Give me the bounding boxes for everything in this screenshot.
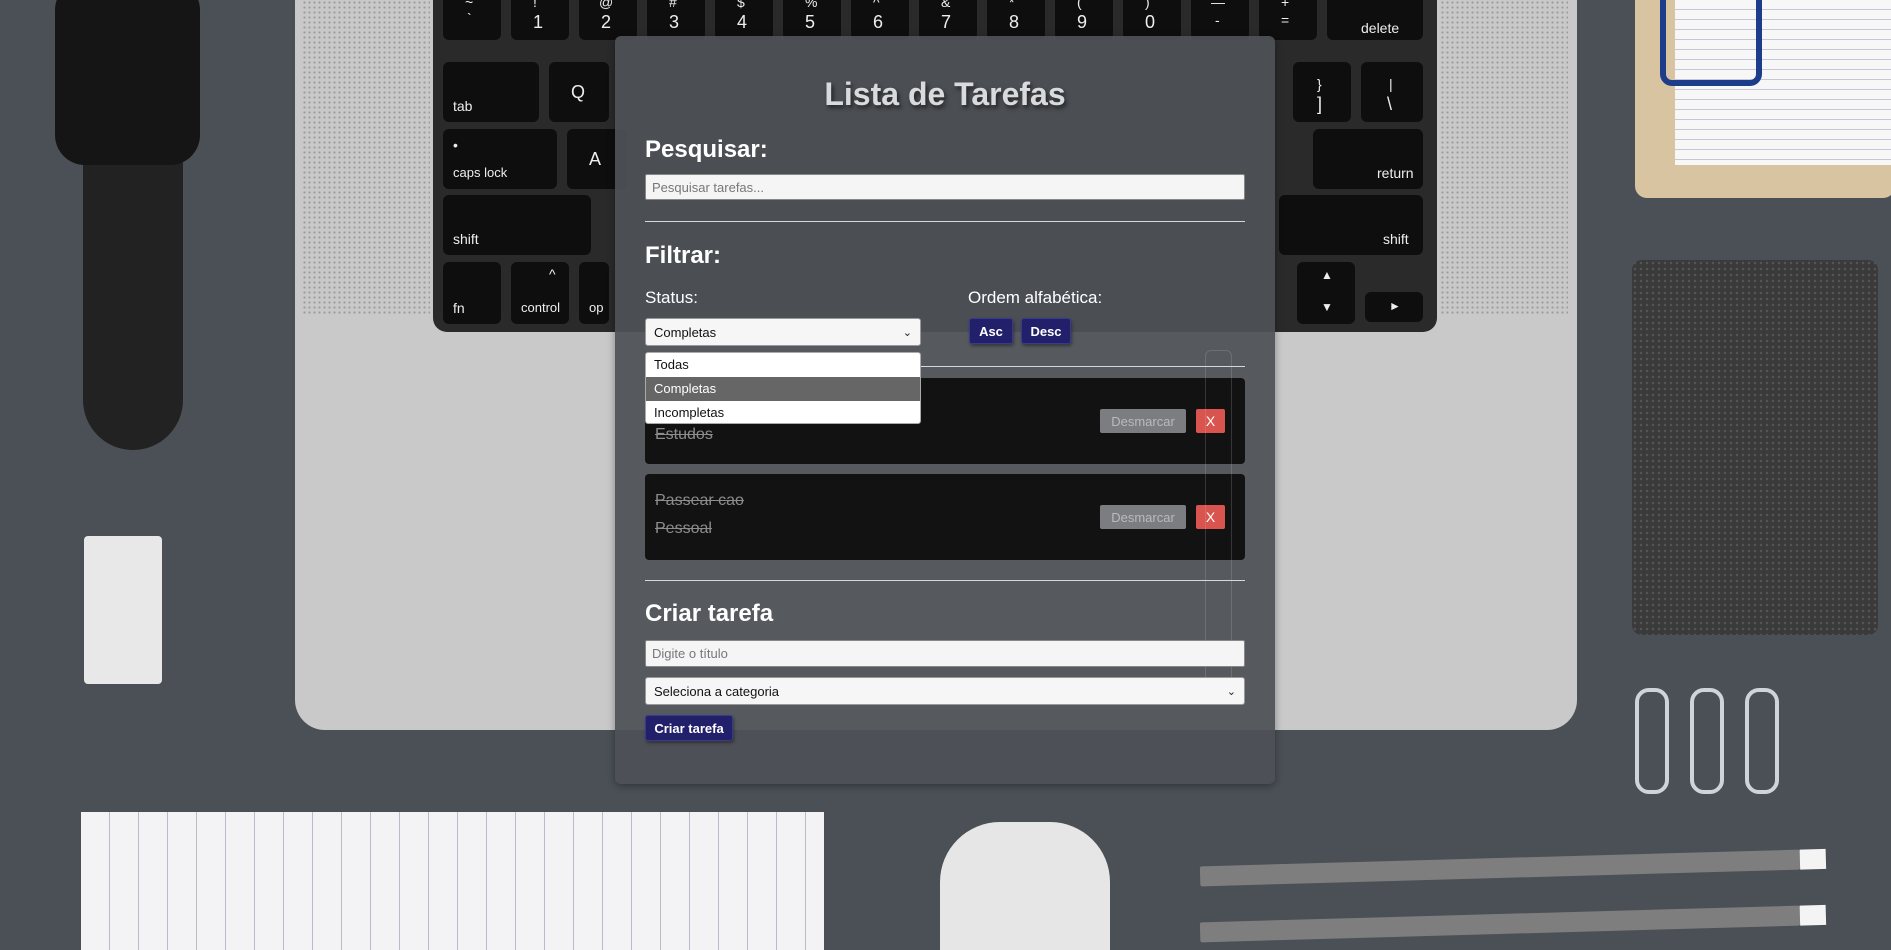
key: @2 — [579, 0, 637, 40]
key: ~ ` — [443, 0, 501, 40]
page-title: Lista de Tarefas — [824, 76, 1066, 112]
task-title-input[interactable] — [645, 640, 1245, 667]
key: ) 0 — [1123, 0, 1181, 40]
key: Q — [549, 62, 609, 122]
key: % 5 — [783, 0, 841, 40]
pencil — [1199, 905, 1801, 943]
notebook — [1632, 260, 1878, 635]
key: shift — [443, 195, 591, 255]
task-category: Estudos — [655, 426, 713, 443]
status-option-incompletas[interactable]: Incompletas — [646, 401, 920, 423]
key: ! 1 — [511, 0, 569, 40]
key: ^ control — [511, 262, 569, 324]
key: & 7 — [919, 0, 977, 40]
chevron-down-icon: ⌄ — [902, 326, 912, 339]
key: fn — [443, 262, 501, 324]
paperclip — [1745, 688, 1779, 794]
todo-app-panel: Lista de Tarefas Pesquisar: Filtrar: Sta… — [615, 36, 1275, 784]
chevron-down-icon: ⌄ — [1226, 685, 1236, 698]
status-label: Status: — [645, 288, 698, 307]
eraser — [84, 536, 162, 684]
key: * 8 — [987, 0, 1045, 40]
key: • caps lock — [443, 129, 557, 189]
sort-desc-button[interactable]: Desc — [1021, 318, 1071, 344]
paperclip — [1690, 688, 1724, 794]
key: (9 — [1055, 0, 1113, 40]
task-category: Pessoal — [655, 520, 712, 537]
key: delete — [1327, 0, 1423, 40]
pencil — [1199, 849, 1801, 887]
category-select[interactable]: Seleciona a categoria ⌄ — [645, 677, 1245, 705]
divider — [645, 580, 1245, 581]
unmark-task-button[interactable]: Desmarcar — [1100, 409, 1186, 433]
notepad — [81, 812, 824, 950]
status-select-value: Completas — [654, 324, 717, 340]
status-dropdown-list: Todas Completas Incompletas — [645, 352, 921, 424]
status-option-todas[interactable]: Todas — [646, 353, 920, 377]
task-title: Passear cao — [655, 492, 744, 509]
key: shift — [1279, 195, 1423, 255]
paperclip — [1635, 688, 1669, 794]
key: ▲ ▼ — [1297, 262, 1355, 324]
speaker-grille-right — [1440, 0, 1568, 315]
key: ^ 6 — [851, 0, 909, 40]
key: tab — [443, 62, 539, 122]
speaker-grille-left — [302, 0, 430, 315]
filter-heading: Filtrar: — [645, 242, 722, 269]
status-option-completas[interactable]: Completas — [646, 377, 920, 401]
key: ► — [1365, 292, 1423, 322]
category-select-value: Seleciona a categoria — [654, 683, 780, 699]
task-item: Passear cao Pessoal Desmarcar X — [645, 474, 1245, 560]
search-heading: Pesquisar: — [645, 136, 768, 163]
key: }] — [1293, 62, 1351, 122]
search-input[interactable] — [645, 174, 1245, 200]
sort-label: Ordem alfabética: — [968, 288, 1103, 307]
key: return — [1313, 129, 1423, 189]
smartwatch — [55, 0, 200, 165]
key: #3 — [647, 0, 705, 40]
divider — [645, 221, 1245, 222]
key: — - — [1191, 0, 1249, 40]
key: op — [579, 262, 609, 324]
key: $4 — [715, 0, 773, 40]
key: + = — [1259, 0, 1317, 40]
unmark-task-button[interactable]: Desmarcar — [1100, 505, 1186, 529]
sort-asc-button[interactable]: Asc — [969, 318, 1013, 344]
status-select[interactable]: Completas ⌄ — [645, 318, 921, 346]
pen-clip — [1660, 0, 1762, 86]
create-heading: Criar tarefa — [645, 600, 774, 627]
stapler — [940, 822, 1110, 950]
key: | \ — [1361, 62, 1423, 122]
create-task-button[interactable]: Criar tarefa — [645, 715, 733, 741]
